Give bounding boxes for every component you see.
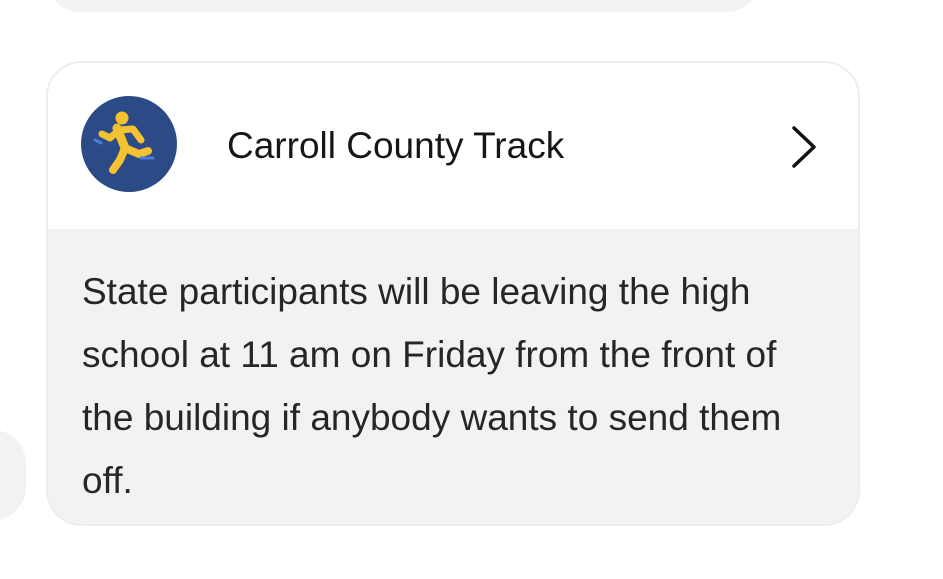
chevron-right-icon[interactable] (788, 123, 820, 171)
announcement-card[interactable]: Carroll County Track State participants … (46, 61, 860, 526)
group-name: Carroll County Track (227, 125, 565, 166)
partial-bubble (0, 430, 26, 520)
previous-card[interactable] (46, 0, 760, 12)
message-body: State participants will be leaving the h… (48, 229, 858, 524)
group-avatar (81, 96, 177, 192)
message-text: State participants will be leaving the h… (82, 271, 782, 501)
runner-icon (93, 111, 155, 174)
group-header[interactable]: Carroll County Track (48, 63, 858, 229)
feed-page: Carroll County Track State participants … (0, 0, 943, 579)
